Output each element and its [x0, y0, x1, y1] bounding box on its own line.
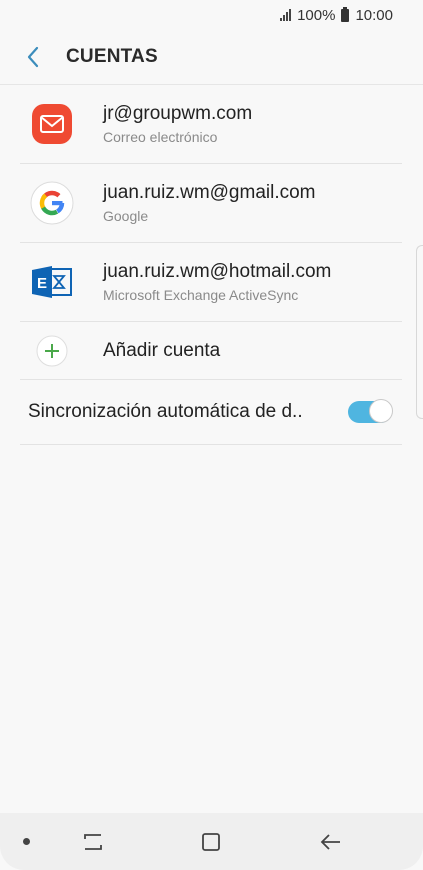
google-icon — [30, 181, 74, 225]
account-type: Correo electrónico — [103, 128, 218, 145]
add-account-label: Añadir cuenta — [103, 339, 221, 361]
app-header: CUENTAS — [0, 30, 423, 85]
auto-sync-row[interactable]: Sincronización automática de d.. — [20, 380, 402, 445]
add-account-row[interactable]: Añadir cuenta — [20, 322, 402, 380]
account-icon-container — [30, 102, 74, 146]
dot-icon[interactable] — [23, 838, 30, 845]
account-type: Microsoft Exchange ActiveSync — [103, 286, 299, 303]
svg-text:E: E — [37, 275, 47, 292]
account-texts: juan.ruiz.wm@hotmail.com Microsoft Excha… — [103, 260, 331, 305]
back-arrow-icon — [320, 834, 340, 850]
clock: 10:00 — [355, 6, 393, 24]
email-app-icon — [32, 104, 72, 144]
account-icon-container: E — [30, 260, 74, 304]
chevron-left-icon — [27, 46, 39, 68]
account-type: Google — [103, 207, 149, 224]
scroll-handle[interactable] — [416, 245, 423, 419]
auto-sync-toggle[interactable] — [348, 399, 393, 423]
page-title: CUENTAS — [66, 46, 158, 67]
account-texts: juan.ruiz.wm@gmail.com Google — [103, 181, 316, 226]
exchange-icon: E — [32, 266, 72, 298]
battery-percent: 100% — [297, 6, 336, 24]
add-icon-container — [30, 329, 74, 373]
recent-apps-button[interactable] — [78, 827, 108, 857]
account-row-groupwm[interactable]: jr@groupwm.com Correo electrónico — [20, 85, 402, 164]
account-email: juan.ruiz.wm@hotmail.com — [103, 260, 332, 282]
status-bar: 100% 10:00 — [0, 0, 423, 30]
account-texts: jr@groupwm.com Correo electrónico — [103, 102, 252, 147]
plus-icon — [36, 335, 68, 366]
account-icon-container — [30, 181, 74, 225]
account-row-gmail[interactable]: juan.ruiz.wm@gmail.com Google — [20, 164, 402, 243]
account-row-hotmail[interactable]: E juan.ruiz.wm@hotmail.com Microsoft Exc… — [20, 243, 402, 322]
navigation-bar — [0, 813, 423, 870]
back-button[interactable] — [18, 42, 48, 72]
account-email: jr@groupwm.com — [103, 102, 253, 124]
home-button[interactable] — [196, 827, 226, 857]
battery-icon — [341, 6, 350, 22]
auto-sync-label: Sincronización automática de d.. — [28, 401, 303, 422]
account-email: juan.ruiz.wm@gmail.com — [103, 181, 316, 203]
home-icon — [202, 833, 220, 851]
recent-apps-icon — [84, 834, 102, 850]
signal-icon — [280, 9, 292, 21]
back-nav-button[interactable] — [316, 827, 346, 857]
toggle-knob — [369, 399, 393, 423]
accounts-list: jr@groupwm.com Correo electrónico juan.r… — [20, 85, 402, 445]
status-indicators: 100% 10:00 — [280, 6, 393, 24]
